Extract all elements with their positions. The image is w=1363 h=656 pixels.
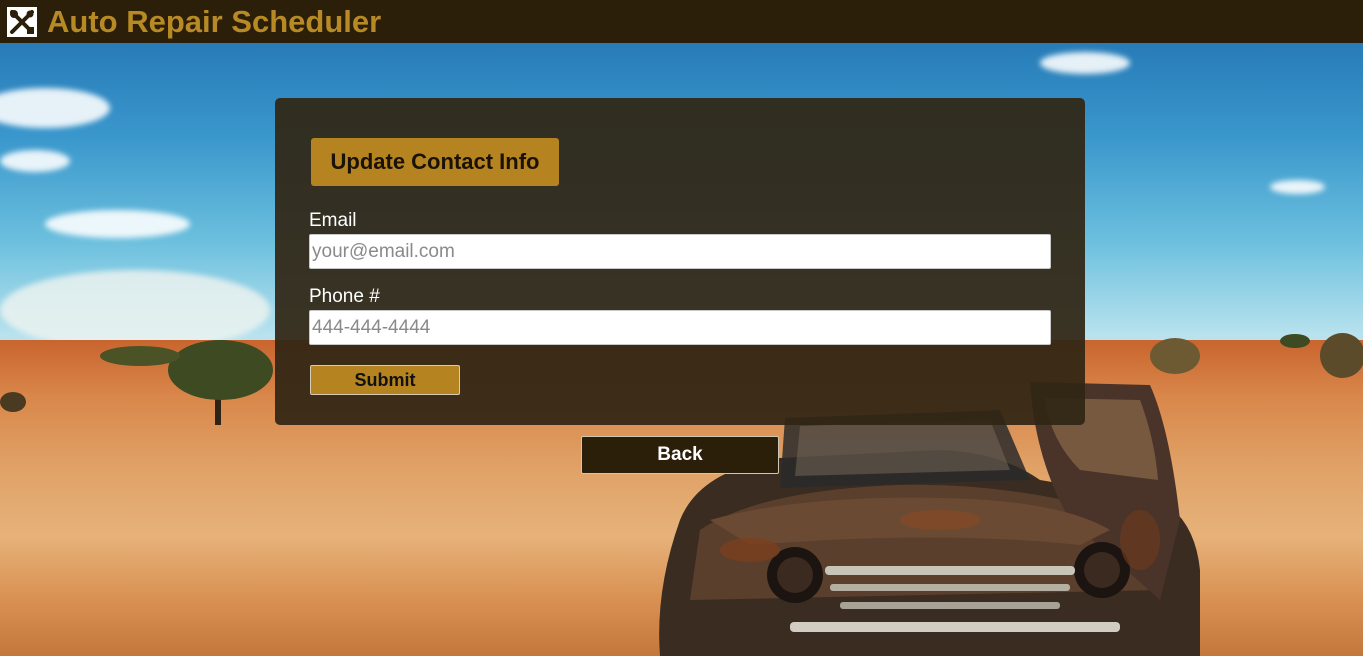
tree bbox=[1150, 338, 1200, 374]
contact-form-panel: Update Contact Info Email Phone # Submit bbox=[275, 98, 1085, 425]
tree bbox=[0, 392, 26, 412]
wrench-screwdriver-icon bbox=[7, 6, 37, 37]
email-label: Email bbox=[309, 210, 357, 231]
cloud bbox=[1040, 52, 1130, 74]
back-button[interactable]: Back bbox=[581, 436, 779, 474]
cloud bbox=[0, 150, 70, 172]
tree bbox=[100, 346, 180, 366]
tree bbox=[1280, 334, 1310, 348]
app-title: Auto Repair Scheduler bbox=[47, 4, 382, 39]
cloud bbox=[1270, 180, 1325, 194]
phone-label: Phone # bbox=[309, 286, 380, 307]
cloud bbox=[0, 270, 270, 350]
form-heading: Update Contact Info bbox=[311, 138, 559, 186]
tree bbox=[1320, 333, 1363, 378]
email-field[interactable] bbox=[309, 234, 1051, 269]
app-header: Auto Repair Scheduler bbox=[0, 0, 1363, 43]
phone-field[interactable] bbox=[309, 310, 1051, 345]
page: Auto Repair Scheduler Update Contact Inf… bbox=[0, 0, 1363, 656]
cloud bbox=[45, 210, 190, 238]
tree bbox=[168, 340, 273, 400]
submit-button[interactable]: Submit bbox=[310, 365, 460, 395]
